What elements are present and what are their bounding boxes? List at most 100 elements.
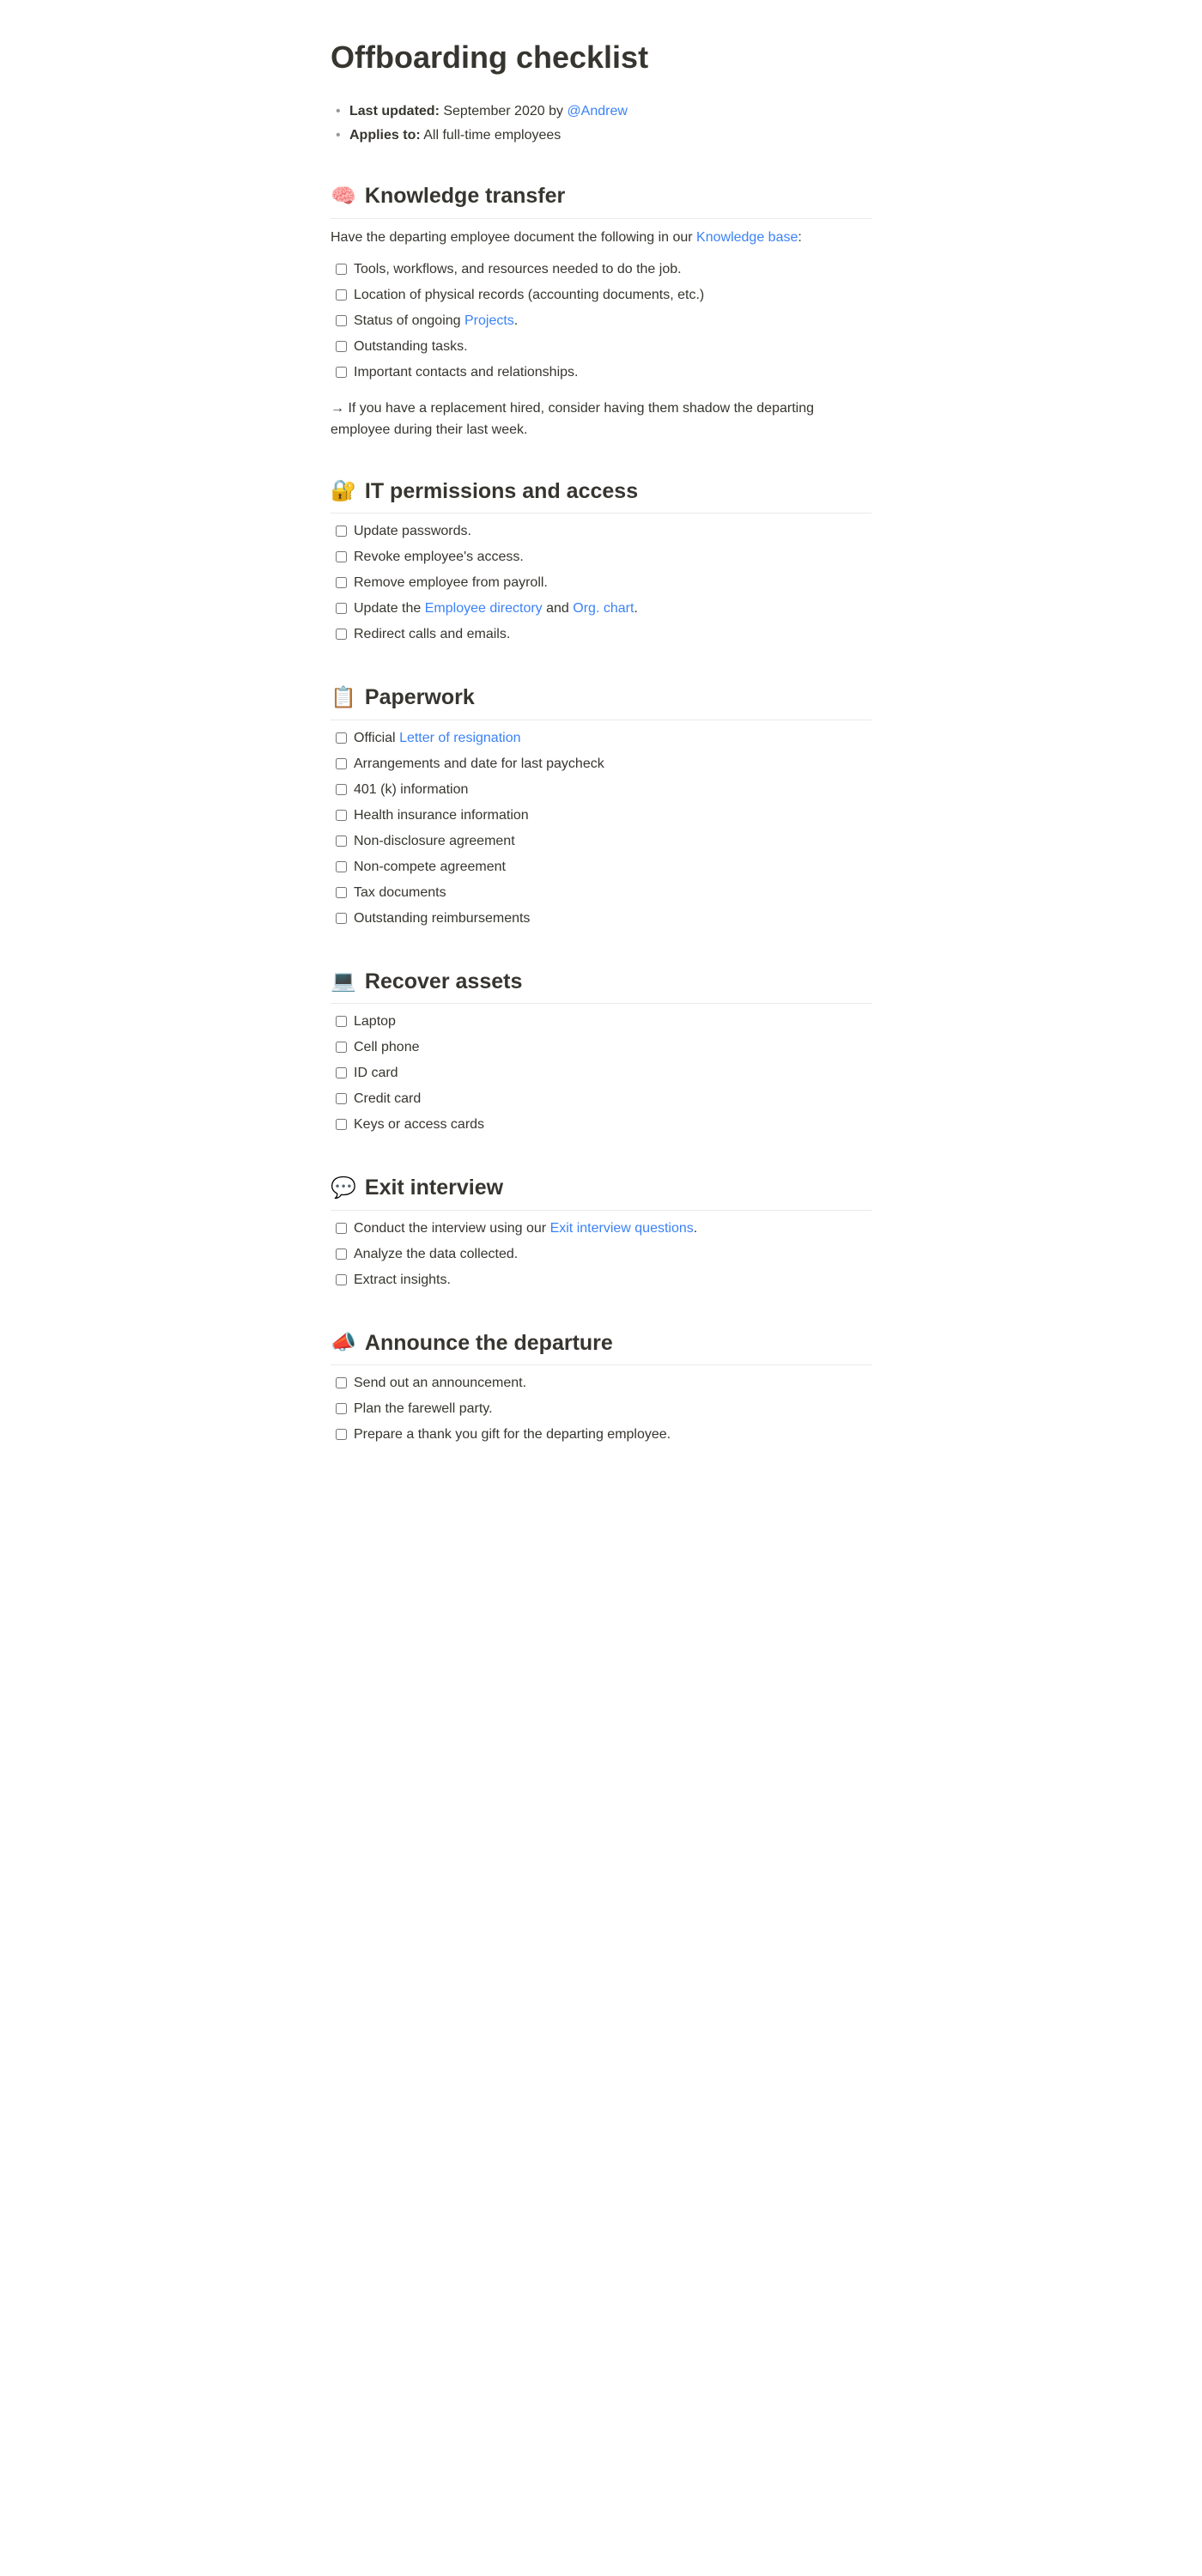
projects-link[interactable]: Projects — [464, 313, 514, 328]
item-text: ID card — [354, 1063, 398, 1084]
checkbox[interactable] — [336, 1223, 347, 1234]
heading-text: Knowledge transfer — [365, 180, 565, 213]
employee-directory-link[interactable]: Employee directory — [425, 601, 543, 616]
item-text: 401 (k) information — [354, 780, 468, 800]
paperwork-checklist: Official Letter of resignation Arrangeme… — [331, 726, 871, 932]
item-text: Analyze the data collected. — [354, 1244, 518, 1265]
list-item: Revoke employee's access. — [331, 544, 871, 570]
meta-value: September 2020 by — [440, 104, 568, 118]
item-text: Location of physical records (accounting… — [354, 285, 704, 306]
speech-bubble-icon: 💬 — [331, 1173, 356, 1204]
list-item: Tax documents — [331, 880, 871, 906]
knowledge-base-link[interactable]: Knowledge base — [696, 230, 798, 245]
checkbox[interactable] — [336, 1042, 347, 1053]
brain-icon: 🧠 — [331, 181, 356, 212]
heading-text: IT permissions and access — [365, 476, 638, 508]
list-item: Extract insights. — [331, 1267, 871, 1293]
item-text: Tax documents — [354, 883, 446, 903]
heading-text: Announce the departure — [365, 1327, 613, 1360]
heading-text: Recover assets — [365, 966, 522, 999]
item-text: Plan the farewell party. — [354, 1399, 493, 1419]
author-link[interactable]: @Andrew — [567, 104, 628, 118]
checkbox[interactable] — [336, 551, 347, 562]
checkbox[interactable] — [336, 1429, 347, 1440]
list-item: Analyze the data collected. — [331, 1242, 871, 1267]
item-text: Prepare a thank you gift for the departi… — [354, 1425, 671, 1445]
item-text: Status of ongoing Projects. — [354, 311, 518, 331]
meta-applies-to: Applies to: All full-time employees — [331, 125, 871, 146]
list-item: Send out an announcement. — [331, 1370, 871, 1396]
item-text: Laptop — [354, 1012, 396, 1032]
checkbox[interactable] — [336, 810, 347, 821]
list-item: Laptop — [331, 1009, 871, 1035]
knowledge-intro: Have the departing employee document the… — [331, 228, 871, 248]
item-text: Remove employee from payroll. — [354, 573, 548, 593]
assets-checklist: Laptop Cell phone ID card Credit card Ke… — [331, 1009, 871, 1138]
list-item: Conduct the interview using our Exit int… — [331, 1216, 871, 1242]
section-heading-announce: 📣 Announce the departure — [331, 1327, 871, 1366]
checkbox[interactable] — [336, 1119, 347, 1130]
meta-last-updated: Last updated: September 2020 by @Andrew — [331, 101, 871, 122]
meta-value: All full-time employees — [421, 128, 562, 143]
list-item: Outstanding reimbursements — [331, 906, 871, 932]
list-item: Status of ongoing Projects. — [331, 308, 871, 334]
checkbox[interactable] — [336, 1067, 347, 1078]
exit-interview-questions-link[interactable]: Exit interview questions — [550, 1221, 694, 1236]
checkbox[interactable] — [336, 1016, 347, 1027]
exit-checklist: Conduct the interview using our Exit int… — [331, 1216, 871, 1293]
item-text: Official Letter of resignation — [354, 728, 520, 749]
checkbox[interactable] — [336, 732, 347, 744]
list-item: ID card — [331, 1060, 871, 1086]
section-heading-paperwork: 📋 Paperwork — [331, 682, 871, 720]
checkbox[interactable] — [336, 577, 347, 588]
knowledge-note: → If you have a replacement hired, consi… — [331, 398, 871, 441]
list-item: Tools, workflows, and resources needed t… — [331, 257, 871, 283]
lock-icon: 🔐 — [331, 476, 356, 507]
checkbox[interactable] — [336, 784, 347, 795]
checkbox[interactable] — [336, 1274, 347, 1285]
checkbox[interactable] — [336, 1403, 347, 1414]
item-text: Keys or access cards — [354, 1115, 484, 1135]
checkbox[interactable] — [336, 861, 347, 872]
meta-list: Last updated: September 2020 by @Andrew … — [331, 101, 871, 146]
checkbox[interactable] — [336, 835, 347, 847]
list-item: Plan the farewell party. — [331, 1396, 871, 1422]
item-text: Outstanding tasks. — [354, 337, 468, 357]
list-item: 401 (k) information — [331, 777, 871, 803]
checkbox[interactable] — [336, 913, 347, 924]
org-chart-link[interactable]: Org. chart — [573, 601, 634, 616]
item-text: Redirect calls and emails. — [354, 624, 510, 645]
item-text: Health insurance information — [354, 805, 529, 826]
text: Have the departing employee document the… — [331, 230, 696, 245]
item-text: Non-compete agreement — [354, 857, 506, 878]
heading-text: Paperwork — [365, 682, 475, 714]
section-heading-knowledge: 🧠 Knowledge transfer — [331, 180, 871, 219]
checkbox[interactable] — [336, 887, 347, 898]
checkbox[interactable] — [336, 367, 347, 378]
checkbox[interactable] — [336, 341, 347, 352]
checkbox[interactable] — [336, 629, 347, 640]
checkbox[interactable] — [336, 603, 347, 614]
list-item: Redirect calls and emails. — [331, 622, 871, 647]
item-text: Important contacts and relationships. — [354, 362, 578, 383]
list-item: Location of physical records (accounting… — [331, 283, 871, 308]
item-text: Outstanding reimbursements — [354, 908, 530, 929]
list-item: Health insurance information — [331, 803, 871, 829]
text: : — [798, 230, 801, 245]
item-text: Non-disclosure agreement — [354, 831, 515, 852]
meta-label: Applies to: — [349, 128, 421, 143]
letter-resignation-link[interactable]: Letter of resignation — [399, 731, 520, 745]
checkbox[interactable] — [336, 315, 347, 326]
list-item: Important contacts and relationships. — [331, 360, 871, 386]
list-item: Non-compete agreement — [331, 854, 871, 880]
checkbox[interactable] — [336, 1249, 347, 1260]
checkbox[interactable] — [336, 264, 347, 275]
checkbox[interactable] — [336, 1093, 347, 1104]
checkbox[interactable] — [336, 758, 347, 769]
item-text: Extract insights. — [354, 1270, 451, 1291]
item-text: Update the Employee directory and Org. c… — [354, 598, 638, 619]
checkbox[interactable] — [336, 289, 347, 301]
checkbox[interactable] — [336, 526, 347, 537]
checkbox[interactable] — [336, 1377, 347, 1388]
knowledge-checklist: Tools, workflows, and resources needed t… — [331, 257, 871, 386]
